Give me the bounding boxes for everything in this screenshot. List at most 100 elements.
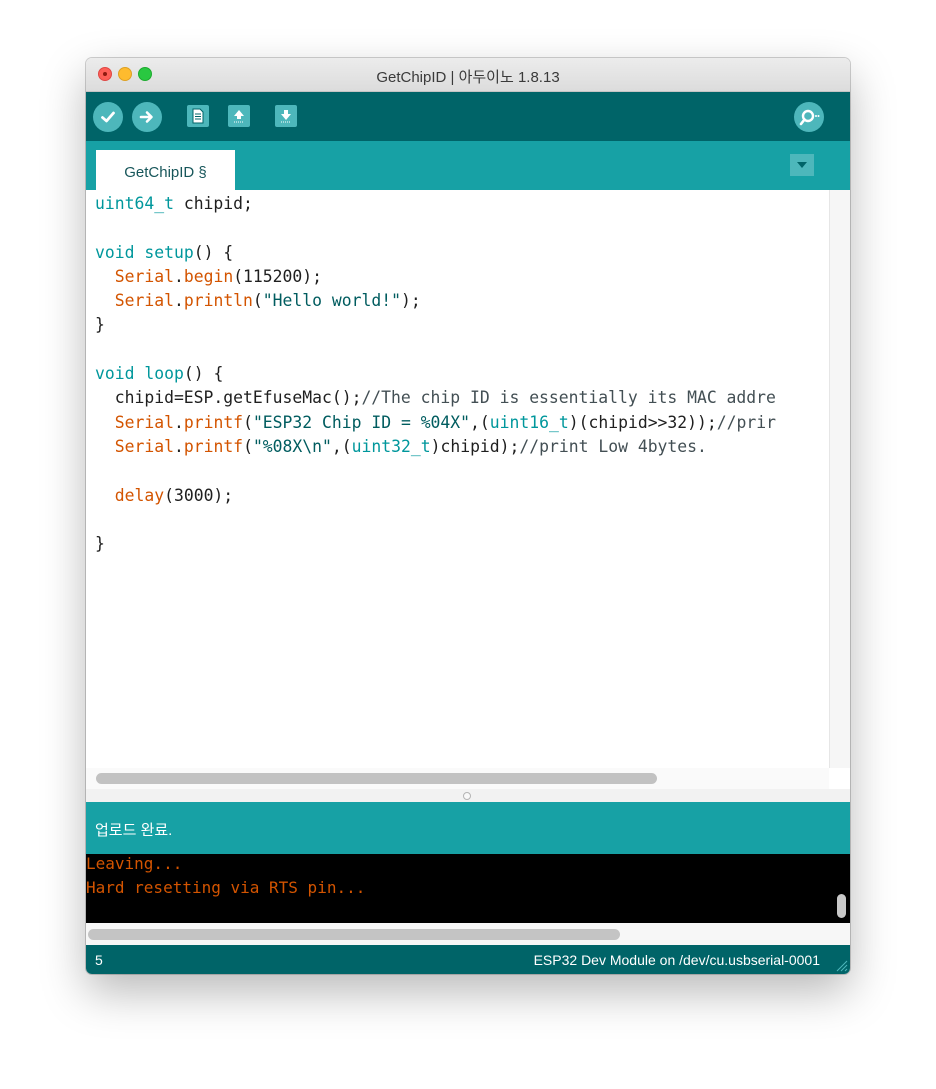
code-line[interactable]: void loop() { <box>95 362 776 386</box>
open-button[interactable] <box>228 105 250 127</box>
code-token: uint16_t <box>489 412 569 432</box>
editor-horizontal-scrollbar[interactable] <box>86 768 829 789</box>
code-token: Serial <box>114 412 174 432</box>
code-line[interactable]: chipid=ESP.getEfuseMac();//The chip ID i… <box>95 386 776 410</box>
code-token: (3000); <box>164 485 234 505</box>
resize-grip-icon[interactable] <box>834 958 848 972</box>
code-token: ( <box>252 291 263 311</box>
code-token: } <box>95 315 105 335</box>
console-horizontal-scrollbar[interactable] <box>86 923 850 945</box>
tab-getchipid[interactable]: GetChipID § <box>96 150 235 190</box>
new-sketch-button[interactable] <box>187 105 209 127</box>
code-token: "ESP32 Chip ID = %04X" <box>252 412 471 432</box>
console-text: Leaving... Hard resetting via RTS pin... <box>86 854 365 900</box>
verify-button[interactable] <box>93 102 123 132</box>
code-line[interactable]: delay(3000); <box>95 484 776 508</box>
code-token: void <box>95 242 135 262</box>
code-line[interactable]: Serial.println("Hello world!"); <box>95 289 776 313</box>
status-message: 업로드 완료. <box>95 822 173 839</box>
code-line[interactable]: } <box>95 313 776 337</box>
code-token: //print Low 4bytes. <box>519 436 707 456</box>
code-line[interactable] <box>95 338 776 362</box>
right-arrow-icon <box>139 111 153 123</box>
down-arrow-icon <box>281 110 291 123</box>
code-token: "%08X\n" <box>252 436 332 456</box>
code-token: //The chip ID is essentially its MAC add… <box>361 388 776 408</box>
serial-monitor-button[interactable] <box>794 102 824 132</box>
up-arrow-icon <box>234 110 244 123</box>
tab-label: GetChipID § <box>124 164 207 181</box>
footer-bar: 5 ESP32 Dev Module on /dev/cu.usbserial-… <box>86 945 850 974</box>
code-line[interactable]: void setup() { <box>95 241 776 265</box>
status-bar: 업로드 완료. <box>86 802 850 854</box>
line-number: 5 <box>95 952 103 968</box>
console-horizontal-scroll-thumb[interactable] <box>88 929 620 940</box>
console-line: Hard resetting via RTS pin... <box>86 878 366 897</box>
editor-vertical-scrollbar[interactable] <box>829 190 850 768</box>
code-token: begin <box>183 266 234 286</box>
checkmark-icon <box>101 111 115 123</box>
splitter-handle-icon[interactable] <box>463 792 471 800</box>
code-token: . <box>173 412 184 432</box>
code-editor[interactable]: uint64_t chipid; void setup() { Serial.b… <box>86 190 829 768</box>
code-token: "Hello world!" <box>262 291 401 311</box>
editor-horizontal-scroll-thumb[interactable] <box>96 773 657 784</box>
code-token: ( <box>243 412 253 432</box>
code-token: Serial <box>114 266 174 286</box>
save-button[interactable] <box>275 105 297 127</box>
code-token: )(chipid>>32)); <box>568 412 717 432</box>
code-token: . <box>173 291 184 311</box>
code-line[interactable] <box>95 216 776 240</box>
code-token: println <box>183 291 253 311</box>
console-output[interactable]: Leaving... Hard resetting via RTS pin... <box>86 854 850 923</box>
code-line[interactable]: Serial.printf("%08X\n",(uint32_t)chipid)… <box>95 435 776 459</box>
code-token: printf <box>183 412 244 432</box>
tab-bar: GetChipID § <box>86 141 850 190</box>
code-line[interactable]: Serial.begin(115200); <box>95 265 776 289</box>
code-line[interactable] <box>95 459 776 483</box>
code-token: uint32_t <box>351 436 431 456</box>
code-token: chipid=ESP.getEfuseMac(); <box>95 388 362 408</box>
code-token: setup <box>144 242 194 262</box>
code-token: () { <box>183 364 224 384</box>
code-line[interactable] <box>95 508 776 532</box>
window-title: GetChipID | 아두이노 1.8.13 <box>376 69 560 86</box>
title-bar[interactable]: GetChipID | 아두이노 1.8.13 <box>86 58 850 92</box>
code-line[interactable]: } <box>95 532 776 556</box>
code-token: (115200); <box>233 266 322 286</box>
code-token: ,( <box>331 436 352 456</box>
code-token: chipid; <box>173 194 253 213</box>
console-vertical-scroll-thumb[interactable] <box>837 894 846 918</box>
code-token: ( <box>243 436 253 456</box>
code-token: Serial <box>114 436 174 456</box>
code-token: uint64_t <box>95 194 174 213</box>
magnifier-icon <box>799 109 820 126</box>
code-line[interactable]: Serial.printf("ESP32 Chip ID = %04X",(ui… <box>95 411 776 435</box>
arduino-ide-window: GetChipID | 아두이노 1.8.13 GetChipID § uint… <box>86 58 850 974</box>
code-token: . <box>173 266 184 286</box>
code-token: Serial <box>114 291 174 311</box>
code-text[interactable]: uint64_t chipid; void setup() { Serial.b… <box>95 192 776 556</box>
tab-menu-button[interactable] <box>790 154 814 176</box>
code-token: ,( <box>470 412 490 432</box>
code-token: ); <box>400 291 421 311</box>
console-line: Leaving... <box>86 854 183 873</box>
code-token: loop <box>144 364 184 384</box>
code-line[interactable]: uint64_t chipid; <box>95 192 776 216</box>
upload-button[interactable] <box>132 102 162 132</box>
code-token: )chipid); <box>430 436 520 456</box>
toolbar <box>86 92 850 141</box>
code-token: //prir <box>716 412 776 432</box>
code-token: void <box>95 364 135 384</box>
document-icon <box>192 108 204 124</box>
pane-splitter[interactable] <box>86 789 850 802</box>
triangle-down-icon <box>797 162 807 168</box>
code-token: } <box>95 534 105 554</box>
code-token: . <box>173 436 184 456</box>
